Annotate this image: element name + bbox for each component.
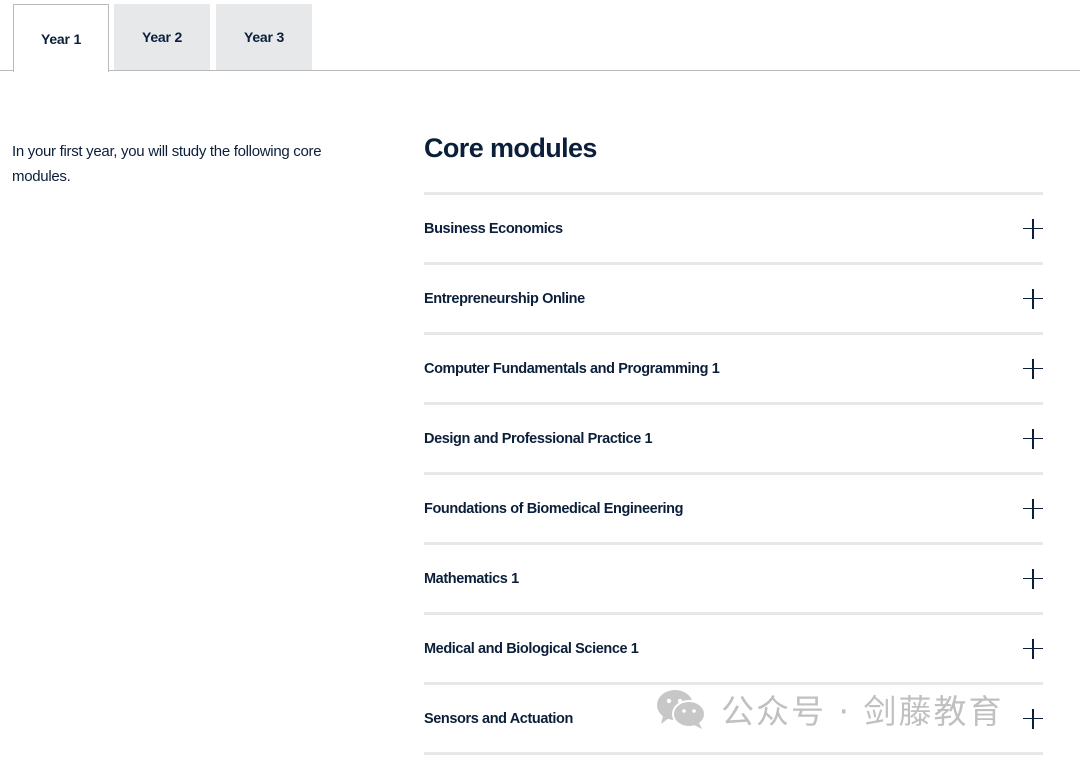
module-item-business-economics[interactable]: Business Economics <box>424 192 1043 262</box>
tabs-divider <box>0 70 1080 71</box>
module-item-design-professional-practice[interactable]: Design and Professional Practice 1 <box>424 402 1043 472</box>
plus-icon[interactable] <box>1023 358 1043 379</box>
module-item-foundations-biomedical[interactable]: Foundations of Biomedical Engineering <box>424 472 1043 542</box>
plus-icon[interactable] <box>1023 638 1043 659</box>
module-label: Business Economics <box>424 220 563 237</box>
module-label: Computer Fundamentals and Programming 1 <box>424 360 720 377</box>
module-item-sensors-actuation[interactable]: Sensors and Actuation <box>424 682 1043 755</box>
tab-year-2[interactable]: Year 2 <box>114 4 210 70</box>
plus-icon[interactable] <box>1023 428 1043 449</box>
core-modules-list: Business Economics Entrepreneurship Onli… <box>424 192 1043 755</box>
module-label: Medical and Biological Science 1 <box>424 640 639 657</box>
tab-year-3[interactable]: Year 3 <box>216 4 312 70</box>
module-label: Foundations of Biomedical Engineering <box>424 500 684 517</box>
module-item-mathematics-1[interactable]: Mathematics 1 <box>424 542 1043 612</box>
plus-icon[interactable] <box>1023 568 1043 589</box>
module-label: Entrepreneurship Online <box>424 290 585 307</box>
plus-icon[interactable] <box>1023 288 1043 309</box>
module-item-medical-biological-science[interactable]: Medical and Biological Science 1 <box>424 612 1043 682</box>
plus-icon[interactable] <box>1023 708 1043 729</box>
module-item-entrepreneurship-online[interactable]: Entrepreneurship Online <box>424 262 1043 332</box>
core-modules-heading: Core modules <box>424 133 597 163</box>
module-label: Design and Professional Practice 1 <box>424 430 653 447</box>
plus-icon[interactable] <box>1023 218 1043 239</box>
year-tabs: Year 1 Year 2 Year 3 <box>0 0 1080 72</box>
tab-year-1[interactable]: Year 1 <box>13 4 109 72</box>
module-label: Mathematics 1 <box>424 570 519 587</box>
module-label: Sensors and Actuation <box>424 710 573 727</box>
intro-text: In your first year, you will study the f… <box>12 143 322 185</box>
plus-icon[interactable] <box>1023 498 1043 519</box>
module-item-computer-fundamentals[interactable]: Computer Fundamentals and Programming 1 <box>424 332 1043 402</box>
course-structure-page: Year 1 Year 2 Year 3 In your first year,… <box>0 0 1080 768</box>
